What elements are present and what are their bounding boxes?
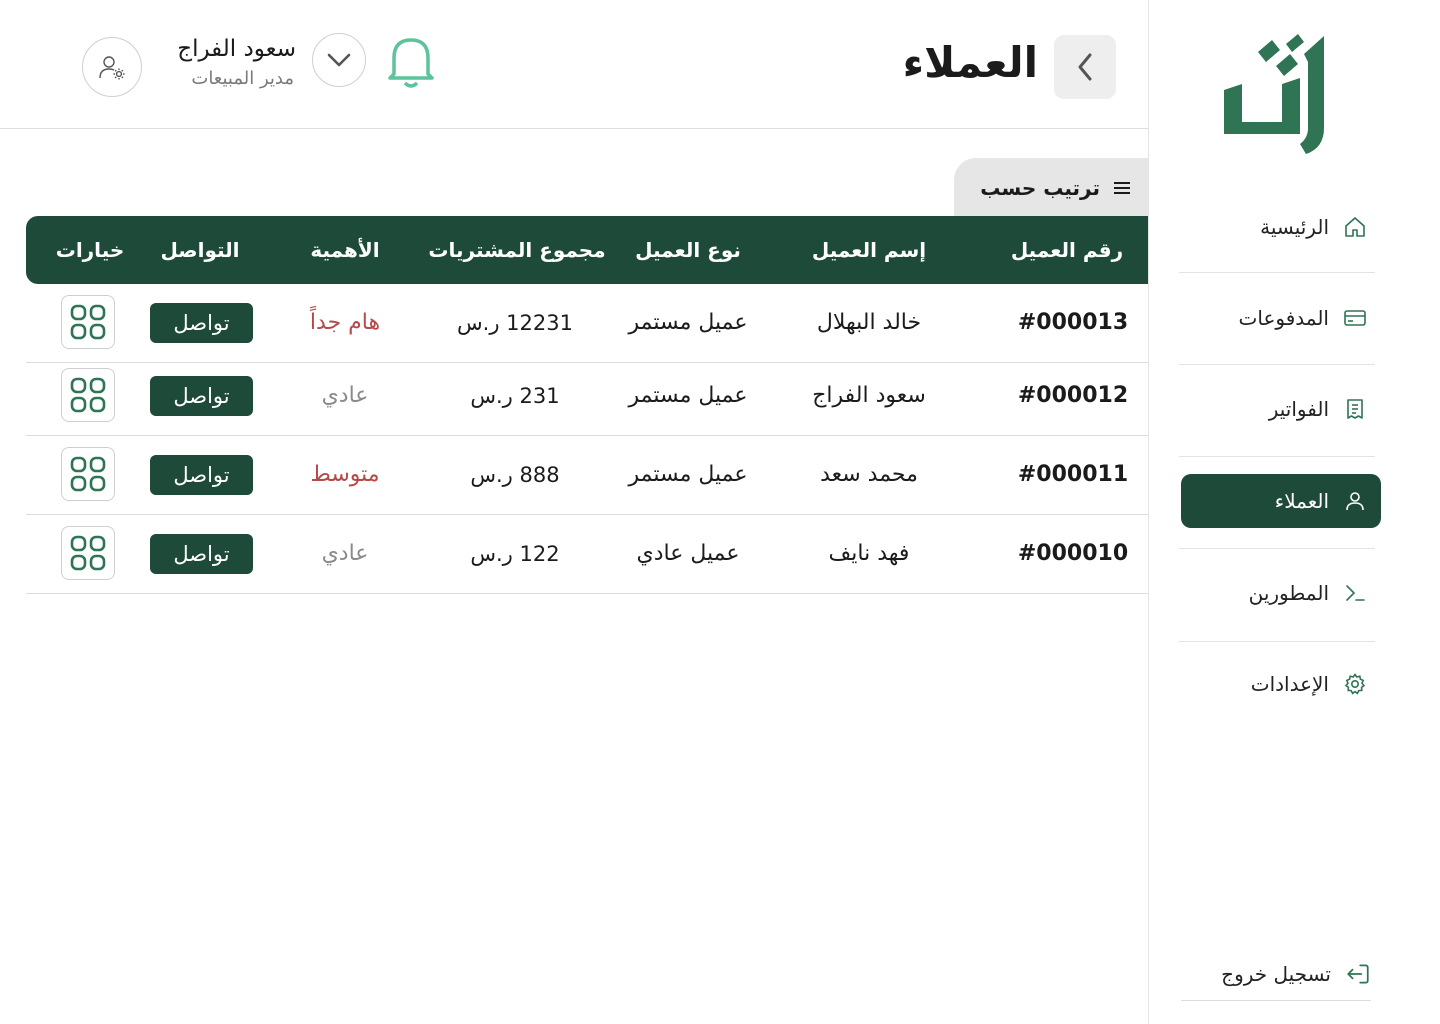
priority-label: هام جداً — [309, 310, 381, 335]
logout-icon — [1347, 964, 1369, 984]
invoice-icon — [1347, 399, 1363, 419]
table-row: #000011 محمد سعد عميل مستمر 888 ر.س متوس… — [26, 436, 1148, 515]
customer-type: عميل مستمر — [628, 310, 748, 335]
nav-divider — [1179, 272, 1375, 273]
user-name: سعود الفراج — [177, 36, 296, 62]
column-header: مجموع المشتريات — [428, 238, 606, 262]
purchases-total: 231 ر.س — [470, 384, 560, 408]
options-button[interactable] — [61, 295, 115, 349]
customer-type: عميل مستمر — [628, 462, 748, 487]
table-row: #000013 خالد البهلال عميل مستمر 12231 ر.… — [26, 284, 1148, 363]
column-header: رقم العميل — [1010, 238, 1124, 262]
sidebar-item-home[interactable]: الرئيسية — [1181, 200, 1381, 254]
bell-icon[interactable] — [384, 34, 438, 90]
sidebar-item-invoices[interactable]: الفواتير — [1181, 382, 1381, 436]
sidebar-item-label: الرئيسية — [1260, 215, 1329, 239]
sidebar-item-customers[interactable]: العملاء — [1181, 474, 1381, 528]
sidebar-item-developers[interactable]: المطورين — [1181, 566, 1381, 620]
back-button[interactable] — [1054, 35, 1116, 99]
customer-type: عميل عادي — [636, 541, 740, 566]
column-header: نوع العميل — [635, 238, 741, 262]
grid-icon — [70, 456, 106, 492]
purchases-total: 122 ر.س — [470, 542, 560, 566]
avatar[interactable] — [82, 37, 142, 97]
customer-type: عميل مستمر — [628, 383, 748, 408]
sidebar-item-payments[interactable]: المدفوعات — [1181, 291, 1381, 345]
contact-button[interactable]: تواصل — [150, 534, 253, 574]
logout-button[interactable]: تسجيل خروج — [1181, 948, 1371, 1001]
options-button[interactable] — [61, 447, 115, 501]
menu-lines-icon — [1114, 182, 1130, 194]
user-menu-toggle[interactable] — [312, 33, 366, 87]
priority-label: متوسط — [310, 462, 380, 487]
customer-name: فهد نايف — [828, 541, 910, 566]
sort-by-label: ترتيب حسب — [980, 176, 1100, 200]
page-title: العملاء — [902, 38, 1038, 87]
sidebar-item-label: العملاء — [1274, 489, 1329, 513]
contact-button[interactable]: تواصل — [150, 455, 253, 495]
customer-id: #000012 — [1017, 383, 1129, 408]
column-header: خيارات — [55, 238, 125, 262]
customer-name: محمد سعد — [820, 462, 918, 487]
grid-icon — [70, 304, 106, 340]
table-row: #000010 فهد نايف عميل عادي 122 ر.س عادي … — [26, 515, 1148, 594]
sort-by-button[interactable]: ترتيب حسب — [954, 158, 1148, 218]
contact-button[interactable]: تواصل — [150, 376, 253, 416]
column-header: الأهمية — [310, 238, 380, 262]
user-settings-icon — [99, 56, 125, 80]
chevron-down-icon — [327, 53, 351, 67]
grid-icon — [70, 535, 106, 571]
nav-divider — [1179, 548, 1375, 549]
top-header: العملاء سعود الفراج مدير المبيعات — [0, 0, 1148, 129]
customer-id: #000013 — [1017, 310, 1129, 335]
customer-name: خالد البهلال — [816, 310, 922, 335]
sidebar-item-label: الفواتير — [1268, 397, 1329, 421]
contact-button[interactable]: تواصل — [150, 303, 253, 343]
purchases-total: 12231 ر.س — [457, 311, 573, 335]
nav-divider — [1179, 364, 1375, 365]
customer-id: #000010 — [1017, 541, 1129, 566]
grid-icon — [70, 377, 106, 413]
sidebar-item-label: الإعدادات — [1250, 672, 1329, 696]
sidebar-item-settings[interactable]: الإعدادات — [1181, 657, 1381, 711]
user-role: مدير المبيعات — [191, 68, 294, 89]
table-header: رقم العميل إسم العميل نوع العميل مجموع ا… — [26, 216, 1148, 284]
nav-divider — [1179, 641, 1375, 642]
brand-logo — [1224, 34, 1324, 154]
options-button[interactable] — [61, 368, 115, 422]
column-header: التواصل — [160, 238, 240, 262]
sidebar-item-label: المدفوعات — [1238, 306, 1329, 330]
credit-card-icon — [1344, 310, 1366, 326]
gear-icon — [1344, 673, 1366, 695]
nav-divider — [1179, 456, 1375, 457]
table-row: #000012 سعود الفراج عميل مستمر 231 ر.س ع… — [26, 357, 1148, 436]
home-icon — [1345, 217, 1365, 237]
customer-id: #000011 — [1017, 462, 1129, 487]
column-header: إسم العميل — [811, 238, 927, 262]
sidebar: الرئيسية المدفوعات الفواتير العملاء المط… — [1148, 0, 1440, 1024]
logout-label: تسجيل خروج — [1221, 962, 1331, 986]
priority-label: عادي — [321, 541, 369, 566]
user-icon — [1346, 492, 1364, 511]
customer-name: سعود الفراج — [812, 383, 926, 408]
options-button[interactable] — [61, 526, 115, 580]
sidebar-item-label: المطورين — [1248, 581, 1329, 605]
priority-label: عادي — [321, 383, 369, 408]
purchases-total: 888 ر.س — [470, 463, 560, 487]
terminal-icon — [1346, 585, 1365, 601]
chevron-left-icon — [1078, 53, 1092, 81]
